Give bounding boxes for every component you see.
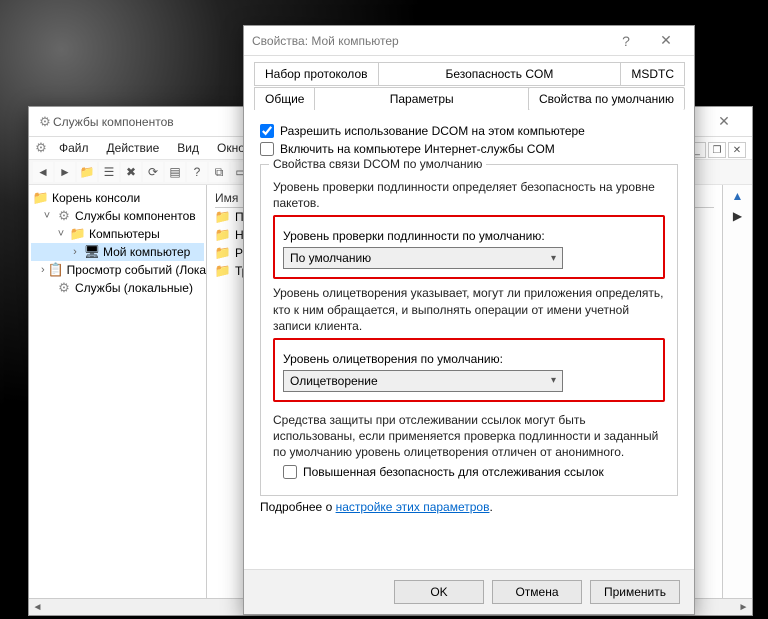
chevron-down-icon: ▾ [551,253,556,264]
computer-icon: 🖥 [84,244,100,260]
tree-mycomputer[interactable]: ›🖥Мой компьютер [31,243,204,261]
scroll-up-icon[interactable]: ▲ [732,189,744,203]
properties-icon[interactable]: ☰ [99,162,119,182]
menu-icon: ⚙ [33,140,49,156]
auth-description: Уровень проверки подлинности определяет … [273,179,665,211]
tab-default-properties[interactable]: Свойства по умолчанию [528,87,685,110]
nav-back-icon[interactable]: ◄ [33,162,53,182]
checkbox-enable-inet-com[interactable]: Включить на компьютере Интернет-службы C… [260,142,678,156]
checkbox-reference-tracking[interactable]: Повышенная безопасность для отслеживания… [283,465,665,479]
nav-fwd-icon[interactable]: ► [55,162,75,182]
chevron-down-icon: ▾ [551,375,556,386]
help-button[interactable]: ? [606,26,646,56]
tree-svc[interactable]: ˅⚙Службы компонентов [31,207,204,225]
tab-row-2: Общие Параметры Свойства по умолчанию [254,86,684,110]
imp-description: Уровень олицетворения указывает, могут л… [273,285,665,334]
group-legend: Свойства связи DCOM по умолчанию [269,157,486,171]
tab-params[interactable]: Параметры [314,87,528,110]
scroll-right-icon[interactable]: ► [735,599,752,616]
chk-reference-tracking-input[interactable] [283,465,297,479]
ok-button[interactable]: OK [394,580,484,604]
app-icon: ⚙ [37,114,53,130]
menu-view[interactable]: Вид [169,139,207,157]
refresh-icon[interactable]: ⟳ [143,162,163,182]
tree-services[interactable]: ⚙Службы (локальные) [31,279,204,297]
close-button[interactable]: ✕ [646,26,686,56]
gear-icon: ⚙ [56,280,72,296]
imp-level-label: Уровень олицетворения по умолчанию: [283,352,655,366]
tree-computers[interactable]: ˅📁Компьютеры [31,225,204,243]
security-tracking-description: Средства защиты при отслеживании ссылок … [273,412,665,461]
more-info-link[interactable]: настройке этих параметров [336,500,490,514]
folder-icon: 📁 [215,227,231,243]
cancel-button[interactable]: Отмена [492,580,582,604]
action-arrow-icon[interactable]: ▶ [733,209,742,223]
extra1-icon[interactable]: ⧉ [209,162,229,182]
chk-enable-dcom-input[interactable] [260,124,274,138]
tree-eventviewer[interactable]: ›📋Просмотр событий (Локальных) [31,261,204,279]
chk-enable-inet-input[interactable] [260,142,274,156]
auth-level-label: Уровень проверки подлинности по умолчани… [283,229,655,243]
gear-icon: ⚙ [56,208,72,224]
tab-general[interactable]: Общие [254,87,315,110]
dlg-content: Разрешить использование DCOM на этом ком… [244,110,694,520]
auth-level-value: По умолчанию [290,251,371,265]
tab-protocols[interactable]: Набор протоколов [254,62,379,86]
imp-level-combo[interactable]: Олицетворение ▾ [283,370,563,392]
folder-icon: 📁 [33,190,49,206]
mdi-window-controls: _ ❐ ✕ [688,142,746,158]
delete-icon[interactable]: ✖ [121,162,141,182]
tab-com-security[interactable]: Безопасность COM [378,62,622,86]
export-icon[interactable]: ▤ [165,162,185,182]
more-info-line: Подробнее о настройке этих параметров. [260,500,678,514]
menu-action[interactable]: Действие [99,139,168,157]
action-pane: ▲ ▶ [722,185,752,615]
folder-icon: 📁 [215,263,231,279]
dialog-buttons: OK Отмена Применить [244,569,694,614]
highlight-auth: Уровень проверки подлинности по умолчани… [273,215,665,279]
tree-root[interactable]: 📁Корень консоли [31,189,204,207]
dlg-titlebar[interactable]: Свойства: Мой компьютер ? ✕ [244,26,694,56]
folder-icon: 📁 [70,226,86,242]
imp-level-value: Олицетворение [290,374,378,388]
menu-file[interactable]: Файл [51,139,97,157]
help-icon[interactable]: ? [187,162,207,182]
apply-button[interactable]: Применить [590,580,680,604]
up-icon[interactable]: 📁 [77,162,97,182]
folder-icon: 📁 [215,245,231,261]
event-icon: 📋 [48,262,64,278]
close-button[interactable]: ✕ [704,107,744,137]
tab-msdtc[interactable]: MSDTC [620,62,685,86]
mdi-close[interactable]: ✕ [728,142,746,158]
folder-icon: 📁 [215,209,231,225]
tree-pane[interactable]: 📁Корень консоли ˅⚙Службы компонентов ˅📁К… [29,185,207,615]
highlight-impersonation: Уровень олицетворения по умолчанию: Олиц… [273,338,665,402]
tab-row-1: Набор протоколов Безопасность COM MSDTC [254,62,684,86]
group-dcom-defaults: Свойства связи DCOM по умолчанию Уровень… [260,164,678,496]
dlg-title: Свойства: Мой компьютер [252,34,606,48]
checkbox-enable-dcom[interactable]: Разрешить использование DCOM на этом ком… [260,124,678,138]
properties-dialog: Свойства: Мой компьютер ? ✕ Набор проток… [243,25,695,615]
auth-level-combo[interactable]: По умолчанию ▾ [283,247,563,269]
mdi-restore[interactable]: ❐ [708,142,726,158]
scroll-left-icon[interactable]: ◄ [29,599,46,616]
